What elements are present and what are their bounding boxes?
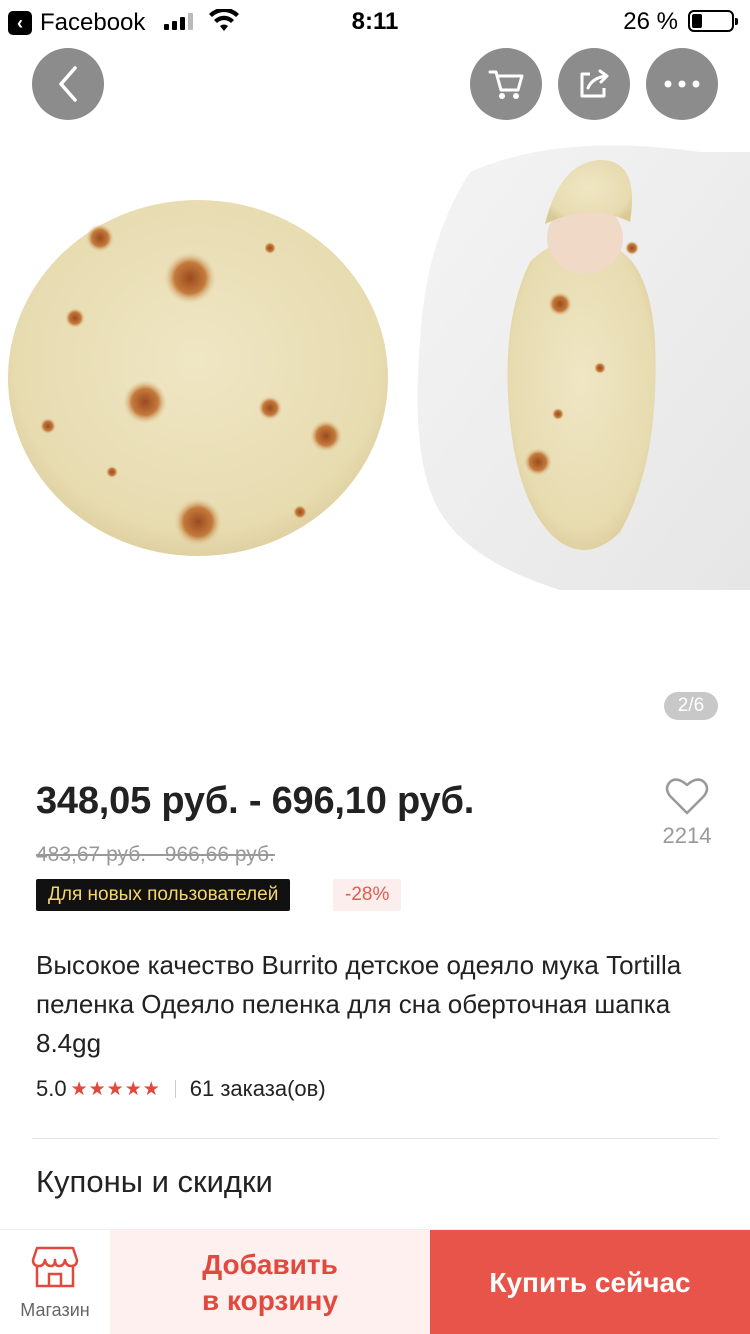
battery-level-fill bbox=[692, 14, 702, 28]
store-label: Магазин bbox=[20, 1300, 90, 1320]
heart-icon bbox=[665, 778, 709, 815]
chevron-left-icon bbox=[59, 66, 77, 102]
battery-percent: 26 % bbox=[623, 8, 678, 35]
wishlist-count: 2214 bbox=[662, 823, 712, 848]
product-title: Высокое качество Burrito детское одеяло … bbox=[36, 950, 682, 1058]
orders-count: 61 заказа(ов) bbox=[189, 1076, 326, 1101]
product-image-gallery[interactable]: 2/6 bbox=[0, 42, 750, 754]
battery-icon bbox=[688, 10, 738, 32]
bottom-action-bar: Магазин Добавить в корзину Купить сейчас bbox=[0, 1229, 750, 1334]
price-range: 348,05 руб. - 696,10 руб. bbox=[36, 780, 475, 822]
original-price-range: 483,67 руб. - 966,66 руб. bbox=[36, 843, 275, 866]
share-button[interactable] bbox=[558, 48, 630, 120]
store-icon bbox=[31, 1246, 79, 1288]
product-image bbox=[8, 145, 750, 591]
cart-button[interactable] bbox=[470, 48, 542, 120]
buy-now-button[interactable]: Купить сейчас bbox=[430, 1230, 750, 1334]
section-divider bbox=[32, 1138, 718, 1139]
rating-value: 5.0 bbox=[36, 1076, 67, 1101]
wishlist-button[interactable]: 2214 bbox=[652, 776, 722, 849]
add-to-cart-button[interactable]: Добавить в корзину bbox=[110, 1230, 430, 1334]
more-button[interactable] bbox=[646, 48, 718, 120]
discount-badge: -28% bbox=[333, 879, 402, 911]
rating-stars-icon: ★★★★★ bbox=[70, 1078, 161, 1100]
more-dots-icon bbox=[664, 80, 700, 88]
coupons-section-title[interactable]: Купоны и скидки bbox=[36, 1164, 273, 1200]
rating-row[interactable]: 5.0 ★★★★★ 61 заказа(ов) bbox=[36, 1076, 326, 1102]
tortilla-blanket-image bbox=[8, 200, 388, 556]
baby-swaddle-image bbox=[417, 145, 750, 591]
back-button[interactable] bbox=[32, 48, 104, 120]
status-bar: ‹ Facebook 8:11 26 % bbox=[0, 0, 750, 42]
image-page-indicator: 2/6 bbox=[664, 692, 718, 720]
new-users-badge: Для новых пользователей bbox=[36, 879, 291, 911]
shopping-cart-icon bbox=[488, 70, 524, 99]
divider bbox=[174, 1080, 176, 1098]
share-icon bbox=[580, 69, 609, 98]
store-button[interactable]: Магазин bbox=[0, 1230, 110, 1334]
